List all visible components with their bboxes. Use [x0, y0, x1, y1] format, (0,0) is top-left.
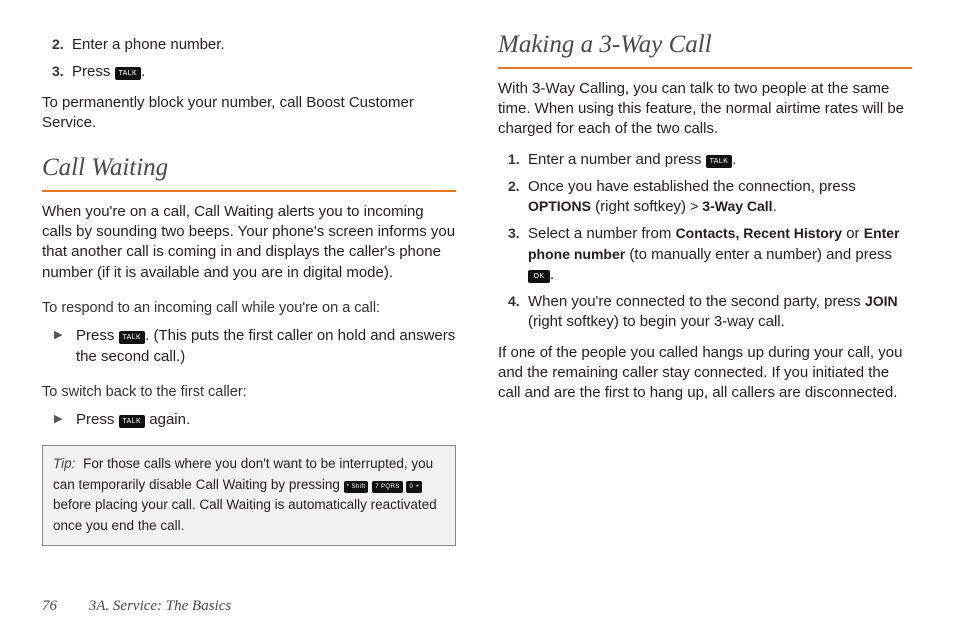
step-text: .	[732, 151, 736, 168]
page-number: 76	[42, 598, 57, 614]
step-number: 3.	[52, 62, 64, 81]
seven-key-icon: 7 PQRS	[372, 481, 402, 493]
step-text: When you're connected to the second part…	[528, 293, 865, 310]
heading-3way-call: Making a 3-Way Call	[498, 28, 912, 69]
step-item: 2. Once you have established the connect…	[508, 177, 912, 218]
step-text: (to manually enter a number) and press	[625, 246, 892, 263]
right-column: Making a 3-Way Call With 3-Way Calling, …	[498, 28, 912, 546]
tip-label: Tip:	[53, 456, 75, 471]
step-number: 3.	[508, 224, 520, 243]
step-item: 3. Select a number from Contacts, Recent…	[508, 224, 912, 285]
step-number: 4.	[508, 292, 520, 311]
step-text: .	[550, 266, 554, 283]
talk-key-icon: TALK	[119, 331, 146, 344]
join-label: JOIN	[865, 293, 898, 309]
bullet-text: again.	[145, 411, 190, 428]
tip-box: Tip: For those calls where you don't wan…	[42, 445, 456, 547]
zero-key-icon: 0 +	[406, 481, 422, 493]
three-way-call-label: 3-Way Call	[698, 198, 772, 214]
step-text: .	[773, 198, 777, 215]
step-item: 4. When you're connected to the second p…	[508, 292, 912, 333]
respond-label: To respond to an incoming call while you…	[42, 299, 456, 319]
bullet-item: Press TALK again.	[52, 410, 456, 430]
step-text: Enter a phone number.	[72, 36, 225, 53]
step-text: .	[141, 63, 145, 80]
page-footer: 76 3A. Service: The Basics	[42, 596, 231, 616]
talk-key-icon: TALK	[115, 67, 142, 80]
contacts-label: Contacts, Recent History	[676, 225, 842, 241]
step-item: 1. Enter a number and press TALK.	[508, 150, 912, 170]
talk-key-icon: TALK	[119, 415, 146, 428]
left-column: 2. Enter a phone number. 3. Press TALK. …	[42, 28, 456, 546]
switch-bullet-list: Press TALK again.	[52, 410, 456, 430]
continued-steps-list: 2. Enter a phone number. 3. Press TALK.	[52, 35, 456, 83]
respond-bullet-list: Press TALK. (This puts the first caller …	[52, 326, 456, 367]
call-waiting-intro: When you're on a call, Call Waiting aler…	[42, 202, 456, 283]
three-way-outro: If one of the people you called hangs up…	[498, 343, 912, 404]
step-item: 2. Enter a phone number.	[52, 35, 456, 55]
star-key-icon: * Shift	[344, 481, 369, 493]
bullet-text: Press	[76, 327, 119, 344]
ok-key-icon: OK	[528, 270, 550, 283]
section-title: 3A. Service: The Basics	[89, 598, 231, 614]
bullet-text: Press	[76, 411, 119, 428]
permanent-block-text: To permanently block your number, call B…	[42, 93, 456, 134]
switch-label: To switch back to the first caller:	[42, 383, 456, 403]
step-text: Once you have established the connection…	[528, 178, 856, 195]
three-way-steps: 1. Enter a number and press TALK. 2. Onc…	[508, 150, 912, 333]
step-text: Enter a number and press	[528, 151, 706, 168]
tip-text: before placing your call. Call Waiting i…	[53, 497, 437, 533]
step-number: 1.	[508, 150, 520, 169]
step-text: (right softkey) to begin your 3-way call…	[528, 313, 785, 330]
step-number: 2.	[52, 35, 64, 54]
step-number: 2.	[508, 177, 520, 196]
step-text: Press	[72, 63, 115, 80]
talk-key-icon: TALK	[706, 155, 733, 168]
options-label: OPTIONS	[528, 198, 591, 214]
step-text: or	[842, 225, 864, 242]
step-item: 3. Press TALK.	[52, 62, 456, 82]
bullet-item: Press TALK. (This puts the first caller …	[52, 326, 456, 367]
step-text: Select a number from	[528, 225, 676, 242]
step-text: (right softkey)	[591, 198, 690, 215]
heading-call-waiting: Call Waiting	[42, 151, 456, 192]
three-way-intro: With 3-Way Calling, you can talk to two …	[498, 79, 912, 140]
content-columns: 2. Enter a phone number. 3. Press TALK. …	[42, 28, 912, 546]
